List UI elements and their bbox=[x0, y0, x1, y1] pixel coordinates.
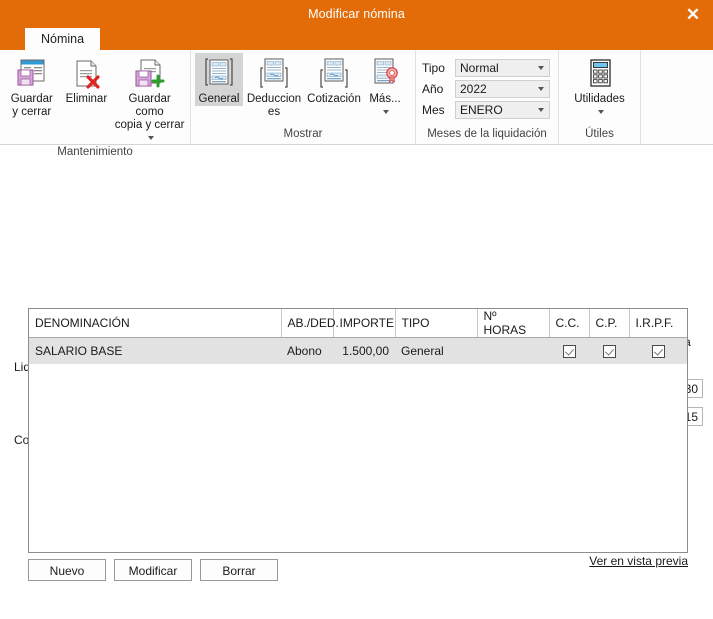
conceptos-retributivos-grid[interactable]: DENOMINACIÓN AB./DED. IMPORTE TIPO Nº HO… bbox=[28, 308, 688, 553]
mostrar-general-button[interactable]: General bbox=[195, 53, 243, 106]
cell-n-horas bbox=[477, 337, 549, 364]
cell-importe: 1.500,00 bbox=[333, 337, 395, 364]
mostrar-cotizacion-button[interactable]: Cotización bbox=[305, 53, 363, 106]
mostrar-general-label: General bbox=[198, 93, 240, 105]
close-icon[interactable]: ✕ bbox=[679, 2, 707, 26]
save-copy-icon bbox=[133, 55, 167, 93]
mostrar-mas-label: Más... bbox=[369, 93, 401, 105]
ribbon-tipo-row: Tipo Normal bbox=[422, 59, 552, 77]
ribbon-group-utiles: Utilidades Útiles bbox=[558, 50, 640, 144]
col-denominacion[interactable]: DENOMINACIÓN bbox=[29, 309, 282, 338]
chevron-down-icon bbox=[538, 66, 544, 70]
cell-cp bbox=[589, 337, 629, 364]
col-tipo[interactable]: TIPO bbox=[395, 309, 478, 338]
ribbon-group-mantenimiento: Guardar y cerrar Eliminar Guardar como c… bbox=[0, 50, 190, 158]
col-importe[interactable]: IMPORTE bbox=[333, 309, 396, 338]
table-row[interactable]: SALARIO BASE Abono 1.500,00 General bbox=[29, 337, 687, 364]
cell-cc bbox=[549, 337, 589, 364]
ribbon-group-mostrar: General Deducciones Cotización Más... Mo… bbox=[190, 50, 415, 144]
cell-denominacion: SALARIO BASE bbox=[29, 337, 281, 364]
cell-ab-ded: Abono bbox=[281, 337, 333, 364]
ribbon-ano-select[interactable]: 2022 bbox=[455, 80, 550, 98]
document-general-icon bbox=[202, 55, 236, 93]
tab-strip: Nómina bbox=[0, 28, 713, 50]
tab-nomina-label: Nómina bbox=[41, 32, 85, 46]
save-close-icon bbox=[15, 55, 49, 93]
grid-action-buttons: Nuevo Modificar Borrar bbox=[28, 559, 278, 581]
ribbon-group-meses-liquidacion: Tipo Normal Año 2022 Mes ENERO Meses de … bbox=[415, 50, 558, 144]
cp-checkbox[interactable] bbox=[602, 344, 616, 358]
cc-checkbox[interactable] bbox=[562, 344, 576, 358]
ribbon-tipo-select[interactable]: Normal bbox=[455, 59, 550, 77]
eliminar-button[interactable]: Eliminar bbox=[60, 53, 114, 106]
grid-table: DENOMINACIÓN AB./DED. IMPORTE TIPO Nº HO… bbox=[29, 309, 687, 364]
document-seal-icon bbox=[368, 55, 402, 93]
cell-tipo: General bbox=[395, 337, 477, 364]
guardar-y-cerrar-label: Guardar y cerrar bbox=[10, 93, 53, 118]
ribbon-mes-row: Mes ENERO bbox=[422, 101, 552, 119]
ribbon-ano-row: Año 2022 bbox=[422, 80, 552, 98]
delete-document-icon bbox=[69, 55, 103, 93]
ribbon-toolbar: Guardar y cerrar Eliminar Guardar como c… bbox=[0, 50, 713, 158]
col-irpf[interactable]: I.R.P.F. bbox=[629, 309, 687, 338]
ribbon-tipo-label: Tipo bbox=[422, 61, 445, 75]
ribbon-group-filler bbox=[640, 50, 713, 144]
ribbon-ano-value: 2022 bbox=[460, 82, 487, 96]
ribbon-group-mantenimiento-label: Mantenimiento bbox=[57, 146, 133, 158]
chevron-down-icon bbox=[538, 87, 544, 91]
grid-header-row: DENOMINACIÓN AB./DED. IMPORTE TIPO Nº HO… bbox=[29, 309, 687, 338]
eliminar-label: Eliminar bbox=[65, 93, 108, 105]
mostrar-mas-button[interactable]: Más... bbox=[363, 53, 407, 117]
document-deductions-icon bbox=[257, 55, 291, 93]
col-n-horas[interactable]: Nº HORAS bbox=[477, 309, 550, 338]
ver-vista-previa-link[interactable]: Ver en vista previa bbox=[589, 554, 688, 568]
mostrar-deducciones-button[interactable]: Deducciones bbox=[243, 53, 305, 119]
ribbon-tipo-value: Normal bbox=[460, 61, 499, 75]
cell-irpf bbox=[629, 337, 687, 364]
guardar-como-copia-label: Guardar como copia y cerrar bbox=[114, 93, 185, 145]
col-cc[interactable]: C.C. bbox=[549, 309, 590, 338]
document-contribution-icon bbox=[317, 55, 351, 93]
borrar-button[interactable]: Borrar bbox=[200, 559, 278, 581]
chevron-down-icon[interactable] bbox=[147, 135, 154, 140]
ribbon-group-mostrar-label: Mostrar bbox=[283, 128, 323, 140]
ribbon-mes-select[interactable]: ENERO bbox=[455, 101, 550, 119]
ribbon-ano-label: Año bbox=[422, 82, 444, 96]
window-title-bar: Modificar nómina ✕ bbox=[0, 0, 713, 28]
chevron-down-icon bbox=[538, 108, 544, 112]
irpf-checkbox[interactable] bbox=[651, 344, 665, 358]
nuevo-button[interactable]: Nuevo bbox=[28, 559, 106, 581]
tab-nomina[interactable]: Nómina bbox=[25, 28, 101, 50]
utilidades-label: Utilidades bbox=[574, 93, 625, 105]
guardar-como-copia-button[interactable]: Guardar como copia y cerrar bbox=[113, 53, 186, 145]
guardar-y-cerrar-button[interactable]: Guardar y cerrar bbox=[4, 53, 60, 119]
ribbon-group-meses-label: Meses de la liquidación bbox=[427, 128, 547, 140]
chevron-down-icon[interactable] bbox=[596, 106, 604, 117]
ribbon-mes-label: Mes bbox=[422, 103, 445, 117]
chevron-down-icon[interactable] bbox=[381, 106, 389, 117]
mostrar-deducciones-label: Deducciones bbox=[246, 93, 302, 118]
col-cp[interactable]: C.P. bbox=[589, 309, 630, 338]
ribbon-mes-value: ENERO bbox=[460, 103, 503, 117]
modificar-button[interactable]: Modificar bbox=[114, 559, 192, 581]
ribbon-group-utiles-label: Útiles bbox=[585, 128, 614, 140]
col-ab-ded[interactable]: AB./DED. bbox=[281, 309, 339, 338]
utilidades-button[interactable]: Utilidades bbox=[569, 53, 631, 117]
calculator-icon bbox=[583, 55, 617, 93]
mostrar-cotizacion-label: Cotización bbox=[307, 93, 361, 105]
window-title: Modificar nómina bbox=[308, 7, 405, 21]
